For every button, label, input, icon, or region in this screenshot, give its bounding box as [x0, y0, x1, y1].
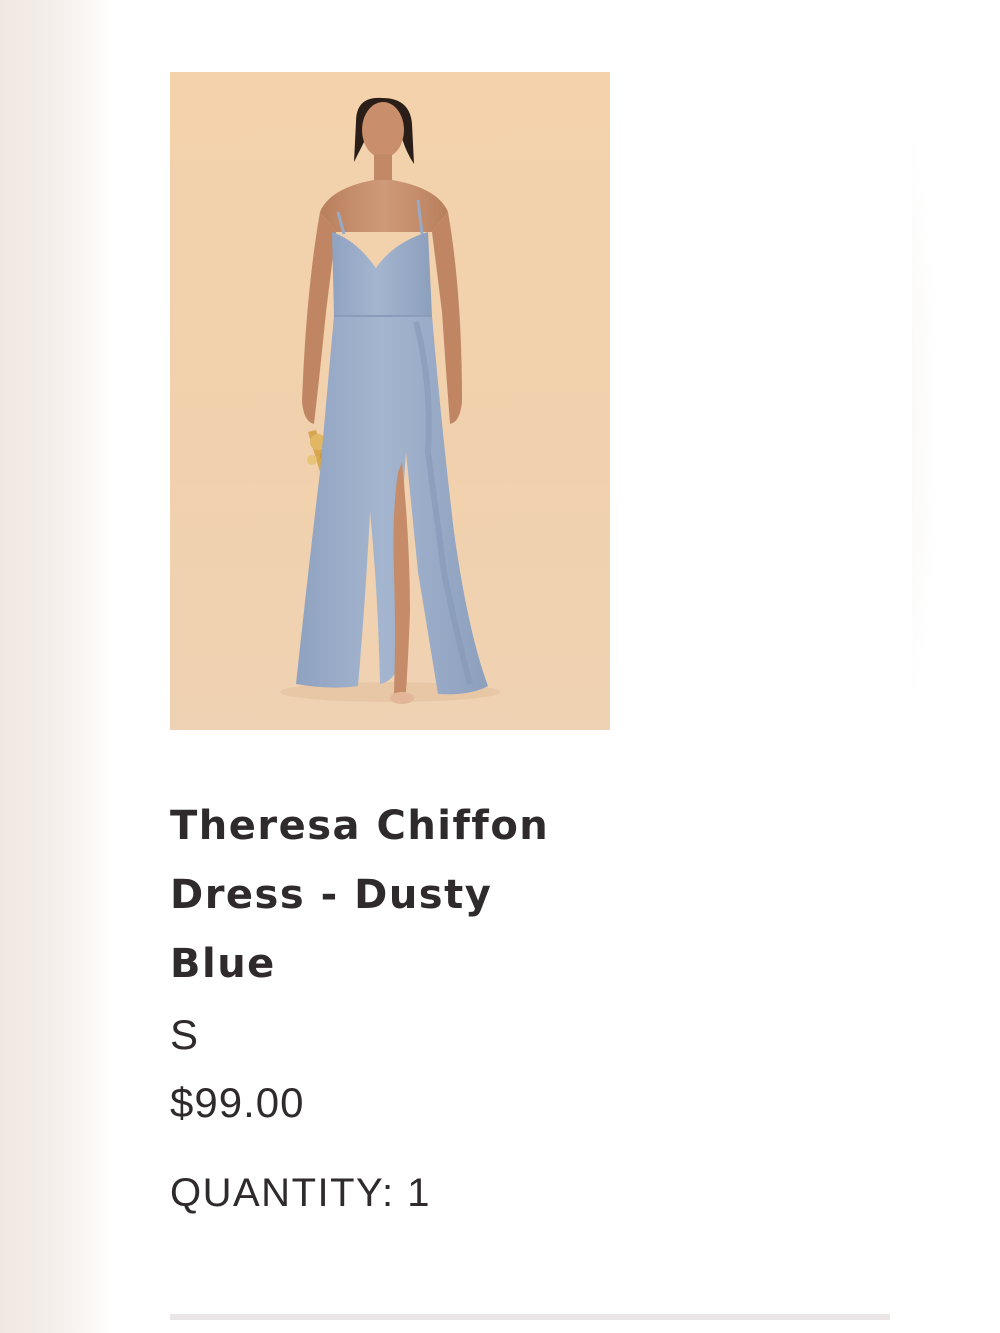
- shoe: [390, 692, 414, 704]
- product-quantity: QUANTITY: 1: [170, 1171, 431, 1215]
- dress-photo-illustration: [280, 97, 500, 704]
- product-price: $99.00: [170, 1079, 305, 1126]
- neck: [374, 154, 392, 182]
- bodice: [332, 232, 432, 316]
- product-title[interactable]: Theresa Chiffon Dress - Dusty Blue: [170, 792, 600, 999]
- product-image[interactable]: [170, 72, 610, 730]
- product-size: S: [170, 1011, 199, 1058]
- cart-item-card: Theresa Chiffon Dress - Dusty Blue S $99…: [112, 0, 912, 1333]
- divider: [170, 1314, 890, 1320]
- face: [362, 102, 404, 158]
- left-edge-shadow: [0, 0, 112, 1333]
- shoulders: [320, 180, 448, 232]
- leg: [393, 462, 410, 694]
